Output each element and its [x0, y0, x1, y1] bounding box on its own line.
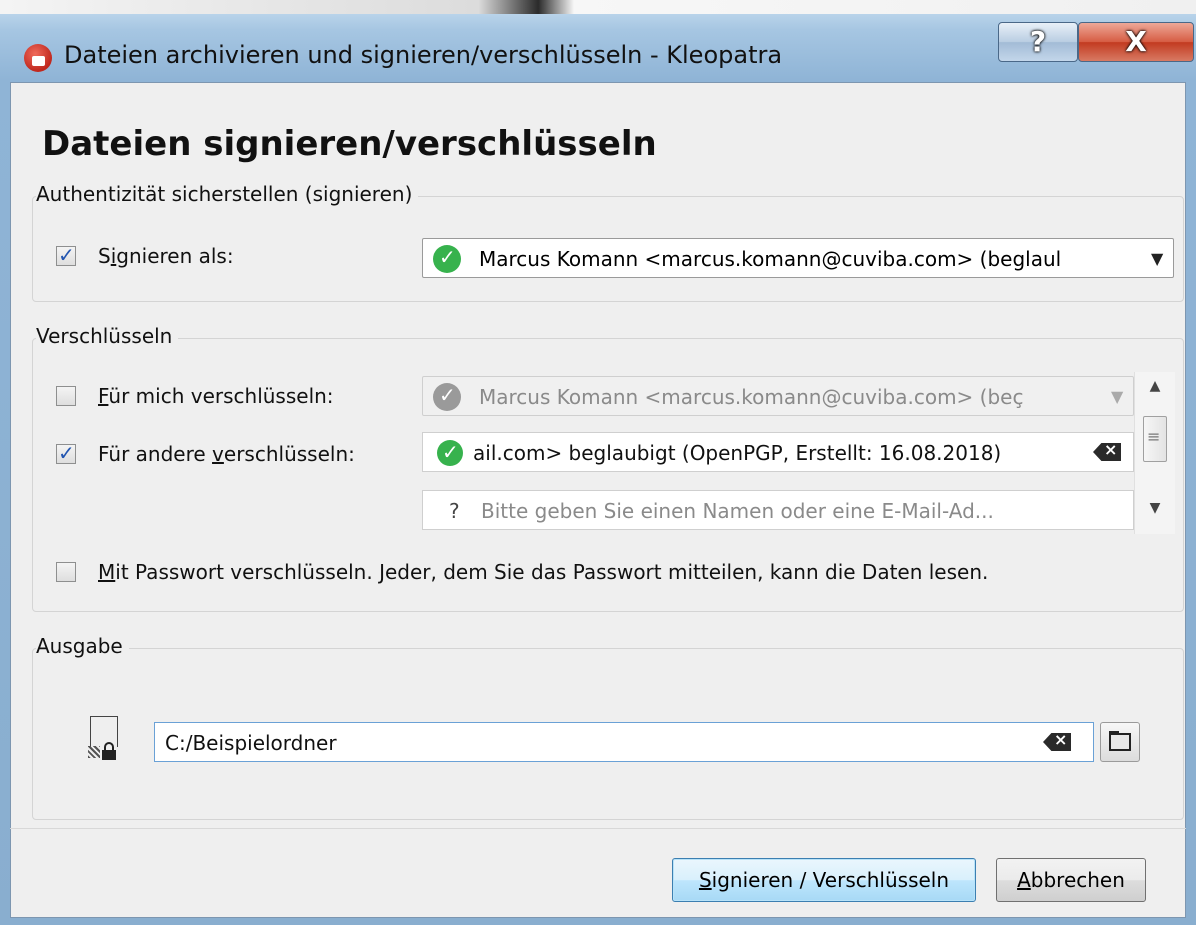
folder-icon: [1109, 733, 1131, 751]
browse-folder-button[interactable]: [1100, 722, 1140, 762]
kleopatra-app-icon: [24, 44, 52, 72]
encrypt-for-others-checkbox[interactable]: ✓: [56, 441, 76, 465]
signing-key-combo[interactable]: ✓ Marcus Komann <marcus.komann@cuviba.co…: [422, 238, 1174, 278]
window-title: Dateien archivieren und signieren/versch…: [64, 41, 783, 69]
recipient-value: ail.com> beglaubigt (OpenPGP, Erstellt: …: [473, 441, 1002, 465]
recipient-field[interactable]: ✓ ail.com> beglaubigt (OpenPGP, Erstellt…: [422, 432, 1134, 472]
sign-as-label: Signieren als:: [98, 244, 234, 268]
sign-as-checkbox[interactable]: ✓: [56, 243, 76, 267]
cancel-button[interactable]: Abbrechen: [996, 858, 1146, 902]
recipient-scrollbar[interactable]: ▲ ≡ ▼: [1134, 372, 1175, 534]
scroll-thumb[interactable]: ≡: [1143, 416, 1167, 462]
close-button[interactable]: X: [1078, 22, 1194, 62]
close-icon: X: [1125, 25, 1147, 58]
sign-encrypt-button[interactable]: Signieren / Verschlüsseln: [672, 858, 976, 902]
help-icon: ?: [1029, 25, 1047, 58]
scroll-up-icon[interactable]: ▲: [1135, 378, 1175, 394]
footer-divider: [10, 828, 1186, 829]
encrypted-archive-icon: [86, 716, 126, 768]
checkmark-icon: ✓: [58, 441, 75, 465]
encrypt-group-legend: Verschlüsseln: [36, 324, 179, 348]
unknown-certificate-icon: ?: [449, 499, 460, 523]
help-button[interactable]: ?: [998, 22, 1078, 62]
chevron-down-icon[interactable]: ▼: [1151, 249, 1163, 268]
scroll-down-icon[interactable]: ▼: [1135, 500, 1175, 516]
new-recipient-placeholder: Bitte geben Sie einen Namen oder eine E-…: [481, 499, 994, 523]
checkmark-icon: ✓: [58, 243, 75, 267]
password-label: Mit Passwort verschlüsseln. Jeder, dem S…: [98, 560, 989, 584]
encrypt-for-me-label: Für mich verschlüsseln:: [98, 384, 334, 408]
output-path-value: C:/Beispielordner: [165, 731, 337, 755]
dialog-window: Dateien archivieren und signieren/versch…: [0, 0, 1196, 925]
encrypt-for-me-checkbox[interactable]: [56, 386, 76, 406]
grip-icon: ≡: [1147, 427, 1161, 446]
valid-certificate-icon: ✓: [437, 440, 463, 466]
encrypt-for-others-label: Für andere verschlüsseln:: [98, 442, 355, 466]
chevron-down-icon: ▼: [1111, 387, 1124, 406]
signing-key-value: Marcus Komann <marcus.komann@cuviba.com>…: [479, 247, 1062, 271]
own-key-combo[interactable]: ✓ Marcus Komann <marcus.komann@cuviba.co…: [422, 376, 1134, 416]
clear-icon[interactable]: ×: [1043, 733, 1071, 751]
folder-tab-icon: [1109, 731, 1119, 735]
output-group-legend: Ausgabe: [36, 634, 129, 658]
title-bar[interactable]: Dateien archivieren und signieren/versch…: [0, 10, 1196, 82]
password-checkbox[interactable]: [56, 562, 76, 582]
sign-group-legend: Authentizität sicherstellen (signieren): [36, 182, 419, 206]
clear-icon[interactable]: ×: [1093, 443, 1121, 461]
own-key-value: Marcus Komann <marcus.komann@cuviba.com>…: [479, 385, 1024, 409]
output-path-input[interactable]: C:/Beispielordner ×: [154, 722, 1094, 762]
valid-certificate-icon: ✓: [433, 383, 461, 411]
valid-certificate-icon: ✓: [433, 245, 461, 273]
page-title: Dateien signieren/verschlüsseln: [42, 124, 657, 164]
new-recipient-field[interactable]: ? Bitte geben Sie einen Namen oder eine …: [422, 490, 1134, 530]
